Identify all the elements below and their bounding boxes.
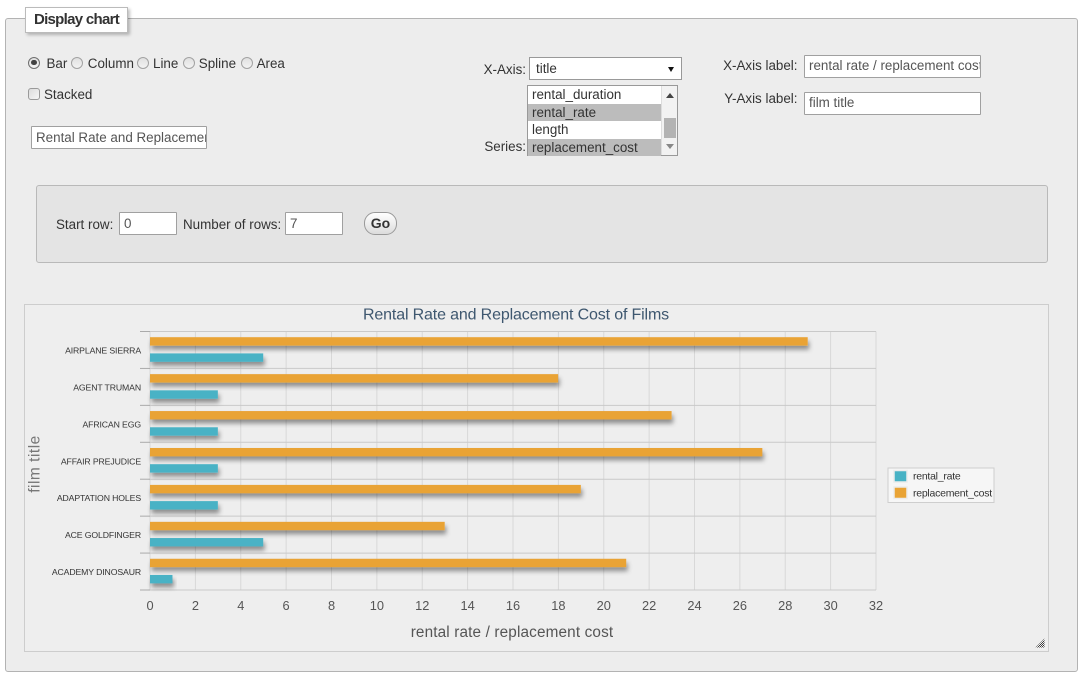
svg-text:ACE GOLDFINGER: ACE GOLDFINGER <box>65 530 141 540</box>
svg-text:22: 22 <box>642 598 656 613</box>
svg-text:Rental Rate and Replacement Co: Rental Rate and Replacement Cost of Film… <box>363 307 669 324</box>
svg-text:2: 2 <box>192 598 199 613</box>
svg-text:18: 18 <box>551 598 565 613</box>
svg-text:ADAPTATION HOLES: ADAPTATION HOLES <box>57 493 141 503</box>
svg-text:26: 26 <box>733 598 747 613</box>
svg-text:14: 14 <box>461 598 475 613</box>
svg-text:ACADEMY DINOSAUR: ACADEMY DINOSAUR <box>52 567 141 577</box>
svg-text:rental rate / replacement cost: rental rate / replacement cost <box>411 624 614 641</box>
svg-text:24: 24 <box>687 598 701 613</box>
svg-text:12: 12 <box>415 598 429 613</box>
svg-text:28: 28 <box>778 598 792 613</box>
svg-text:replacement_cost: replacement_cost <box>913 488 992 500</box>
svg-text:8: 8 <box>328 598 335 613</box>
svg-text:10: 10 <box>370 598 384 613</box>
svg-text:30: 30 <box>824 598 838 613</box>
svg-text:20: 20 <box>597 598 611 613</box>
svg-text:AFRICAN EGG: AFRICAN EGG <box>82 419 141 429</box>
svg-text:32: 32 <box>869 598 883 613</box>
svg-text:rental_rate: rental_rate <box>913 471 961 483</box>
svg-text:AGENT TRUMAN: AGENT TRUMAN <box>73 382 141 392</box>
svg-text:16: 16 <box>506 598 520 613</box>
svg-text:AIRPLANE SIERRA: AIRPLANE SIERRA <box>65 346 141 356</box>
svg-text:4: 4 <box>237 598 244 613</box>
svg-text:AFFAIR PREJUDICE: AFFAIR PREJUDICE <box>61 456 141 466</box>
svg-text:6: 6 <box>283 598 290 613</box>
svg-text:film title: film title <box>27 435 44 493</box>
svg-text:0: 0 <box>146 598 153 613</box>
